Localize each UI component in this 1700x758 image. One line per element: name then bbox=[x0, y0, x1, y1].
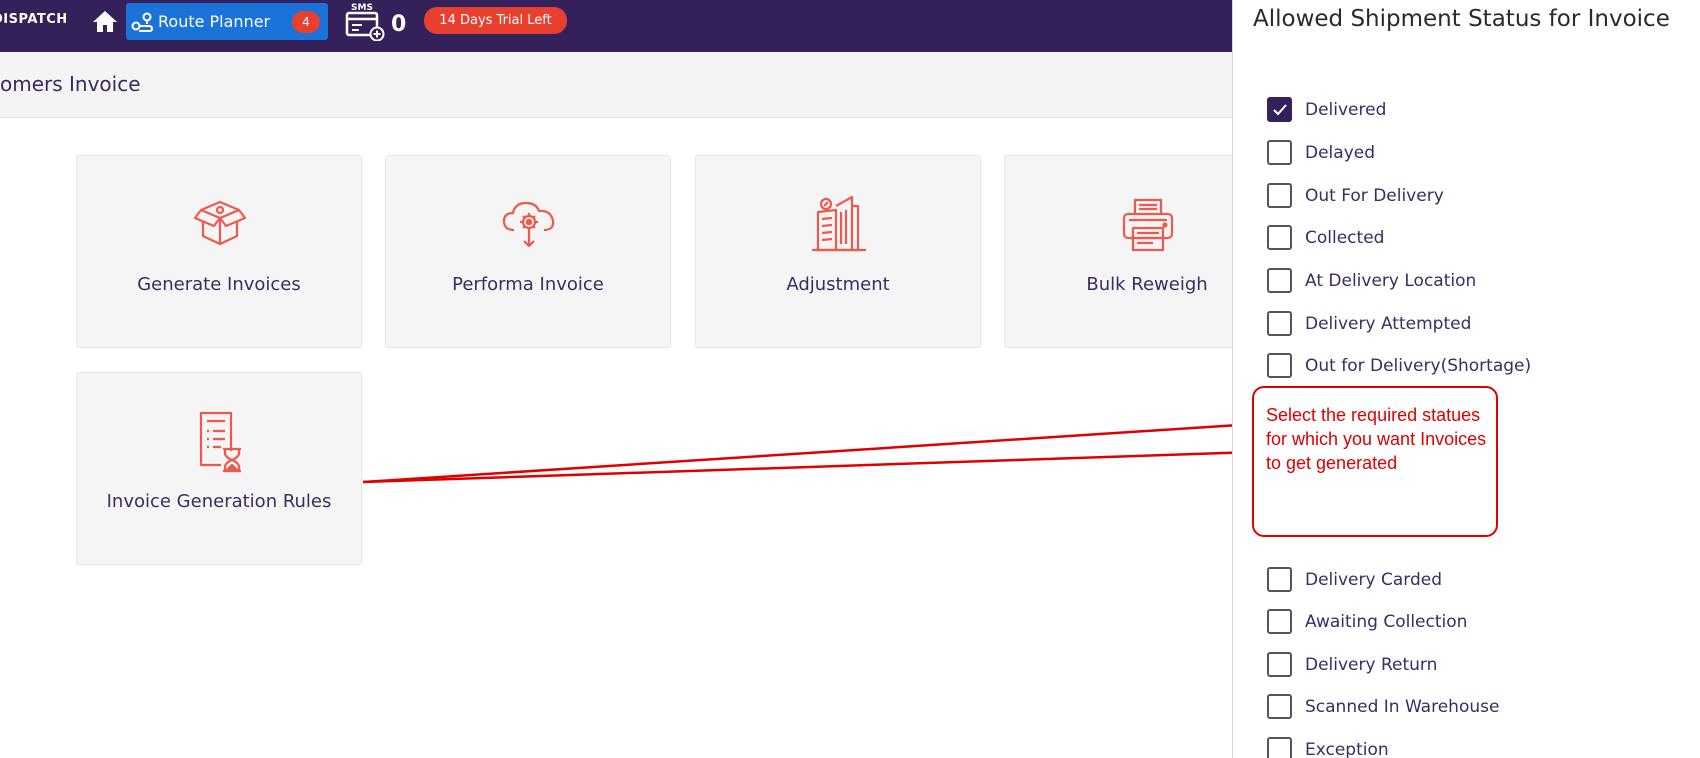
building-icon bbox=[806, 192, 872, 258]
status-option-label: Exception bbox=[1305, 740, 1389, 758]
tile-label: Generate Invoices bbox=[137, 274, 301, 295]
callout-text: Select the required statues for which yo… bbox=[1266, 405, 1487, 473]
route-planner-label: Route Planner bbox=[158, 12, 271, 31]
status-option-label: Delivery Return bbox=[1305, 655, 1438, 675]
route-planner-count-badge: 4 bbox=[292, 11, 320, 33]
checkmark-icon bbox=[1273, 104, 1287, 116]
cloud-gear-icon bbox=[496, 192, 562, 258]
tile-label: Invoice Generation Rules bbox=[106, 491, 332, 512]
checkbox-checked[interactable] bbox=[1267, 97, 1292, 122]
callout-note: Select the required statues for which yo… bbox=[1252, 386, 1498, 537]
tile-label: Adjustment bbox=[786, 274, 890, 295]
checkbox[interactable] bbox=[1267, 694, 1292, 719]
home-icon[interactable] bbox=[92, 9, 118, 33]
printer-icon bbox=[1115, 192, 1181, 258]
performa-invoice-tile[interactable]: Performa Invoice bbox=[385, 155, 671, 348]
status-option-label: Delayed bbox=[1305, 143, 1376, 163]
adjustment-tile[interactable]: Adjustment bbox=[695, 155, 981, 348]
checkbox[interactable] bbox=[1267, 652, 1292, 677]
checkbox[interactable] bbox=[1267, 567, 1292, 592]
status-option-label: Out For Delivery bbox=[1305, 186, 1444, 206]
generate-invoices-tile[interactable]: Generate Invoices bbox=[76, 155, 362, 348]
checkbox[interactable] bbox=[1267, 353, 1292, 378]
document-hourglass-icon bbox=[187, 409, 253, 475]
route-icon bbox=[131, 12, 154, 32]
route-planner-button[interactable]: Route Planner 4 bbox=[126, 3, 328, 40]
checkbox[interactable] bbox=[1267, 225, 1292, 250]
checkbox[interactable] bbox=[1267, 183, 1292, 208]
status-option-label: Scanned In Warehouse bbox=[1305, 697, 1500, 717]
sms-count: 0 bbox=[391, 12, 407, 37]
trial-badge[interactable]: 14 Days Trial Left bbox=[424, 7, 567, 34]
status-option-label: Awaiting Collection bbox=[1305, 612, 1468, 632]
panel-title: Allowed Shipment Status for Invoice bbox=[1253, 6, 1670, 32]
checkbox[interactable] bbox=[1267, 737, 1292, 758]
status-option-label: Out for Delivery(Shortage) bbox=[1305, 356, 1532, 376]
invoice-generation-rules-tile[interactable]: Invoice Generation Rules bbox=[76, 372, 362, 565]
checkbox[interactable] bbox=[1267, 140, 1292, 165]
checkbox[interactable] bbox=[1267, 311, 1292, 336]
app-root: DISPATCH Route Planner 4 SMS bbox=[0, 0, 1700, 758]
brand-logo: DISPATCH bbox=[0, 12, 68, 27]
status-option-label: Collected bbox=[1305, 228, 1385, 248]
page-title: omers Invoice bbox=[0, 72, 141, 96]
tile-label: Performa Invoice bbox=[452, 274, 604, 295]
status-option-label: At Delivery Location bbox=[1305, 271, 1477, 291]
box-icon bbox=[187, 192, 253, 258]
sms-icon[interactable]: SMS bbox=[345, 1, 387, 42]
checkbox[interactable] bbox=[1267, 609, 1292, 634]
checkbox[interactable] bbox=[1267, 268, 1292, 293]
sms-label: SMS bbox=[351, 3, 373, 13]
page-header: omers Invoice bbox=[0, 52, 1232, 118]
status-option-label: Delivery Attempted bbox=[1305, 314, 1472, 334]
shipment-status-panel: Allowed Shipment Status for Invoice Deli… bbox=[1232, 0, 1700, 758]
top-navbar: DISPATCH Route Planner 4 SMS bbox=[0, 0, 1232, 52]
status-option-label: Delivery Carded bbox=[1305, 570, 1442, 590]
status-option-label: Delivered bbox=[1305, 100, 1387, 120]
